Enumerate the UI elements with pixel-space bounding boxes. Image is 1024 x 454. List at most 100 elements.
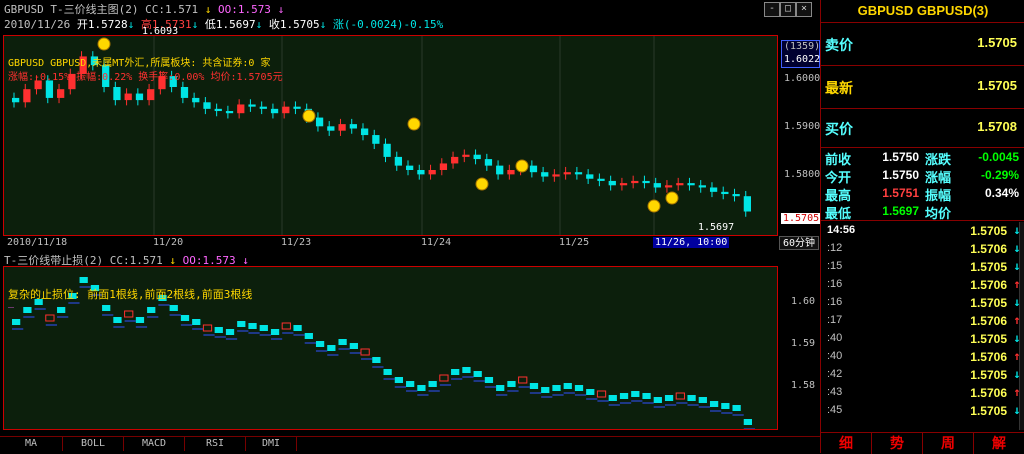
ohlc-low: 低1.5697 bbox=[204, 18, 256, 31]
stat-value: -0.29% bbox=[980, 168, 1019, 182]
candle bbox=[147, 89, 155, 101]
restore-button[interactable]: □ bbox=[780, 2, 796, 17]
tick-time: 14:56 bbox=[827, 224, 856, 236]
tick-row: :16 1.5705 ↓ bbox=[821, 294, 1024, 312]
axis-tick-label: 1.5900 bbox=[784, 121, 821, 132]
step-block bbox=[192, 319, 201, 325]
step-block bbox=[349, 343, 358, 349]
tick-price: 1.5705 bbox=[970, 368, 1007, 382]
tick-price: 1.5705 bbox=[970, 260, 1007, 274]
time-axis-label: 11/20 bbox=[153, 237, 184, 248]
candle bbox=[541, 172, 549, 177]
low-price-label: 1.5697 bbox=[698, 222, 735, 233]
stoploss-dash: _ bbox=[8, 297, 15, 308]
candle bbox=[394, 156, 403, 166]
step-block bbox=[225, 329, 235, 335]
down-arrow-icon: ↓ bbox=[255, 18, 263, 31]
smiley-signal-icon bbox=[665, 191, 679, 205]
smiley-signal-icon bbox=[515, 159, 529, 173]
minimize-button[interactable]: - bbox=[764, 2, 780, 17]
tick-row: :40 1.5706 ↑ bbox=[821, 348, 1024, 366]
axis-tick-label: 1.60 bbox=[791, 296, 816, 307]
ohlc-change: 涨(-0.0024)-0.15% bbox=[332, 18, 444, 31]
time-axis-cursor-label: 11/26, 10:00 bbox=[653, 237, 730, 248]
candle bbox=[417, 170, 425, 175]
tab-detail[interactable]: 细 bbox=[821, 433, 872, 454]
tick-row: :43 1.5706 ↑ bbox=[821, 384, 1024, 402]
quote-panel: GBPUSD GBPUSD(3) 卖价 1.5705 最新 1.5705 买价 … bbox=[820, 0, 1024, 454]
close-button[interactable]: × bbox=[796, 2, 812, 17]
step-block bbox=[721, 403, 730, 409]
step-block bbox=[23, 307, 32, 313]
step-block bbox=[12, 319, 21, 325]
step-block bbox=[214, 327, 223, 333]
period-selector[interactable]: 60分钟 bbox=[779, 236, 819, 250]
step-block bbox=[202, 324, 213, 332]
candle bbox=[709, 187, 718, 192]
step-block bbox=[743, 419, 752, 425]
current-price-marker: 1.5705 bbox=[781, 213, 822, 224]
time-axis-label: 2010/11/18 bbox=[7, 237, 68, 248]
candle bbox=[372, 135, 380, 144]
tick-time: :42 bbox=[827, 368, 843, 380]
down-arrow-icon: ↓ bbox=[204, 3, 212, 16]
time-axis-label: 11/25 bbox=[559, 237, 590, 248]
tab-ma[interactable]: MA bbox=[0, 437, 63, 451]
axis-tick-label: 1.58 bbox=[791, 380, 816, 391]
count-box-value: (1359) bbox=[784, 41, 821, 52]
tick-price: 1.5705 bbox=[970, 404, 1007, 418]
tab-week[interactable]: 周 bbox=[923, 433, 974, 454]
ohlc-date: 2010/11/26 bbox=[4, 18, 71, 31]
step-block bbox=[169, 305, 178, 311]
step-block bbox=[394, 377, 404, 383]
buy-price-label: 买价 bbox=[825, 121, 853, 137]
tab-explain[interactable]: 解 bbox=[974, 433, 1024, 454]
step-block bbox=[732, 405, 741, 411]
step-block bbox=[574, 385, 584, 391]
smiley-signal-icon bbox=[302, 109, 316, 123]
candle bbox=[214, 108, 222, 112]
stat-label: 最低 bbox=[825, 206, 852, 221]
step-block bbox=[304, 333, 313, 339]
time-axis: 2010/11/18 11/20 11/23 11/24 11/25 11/26… bbox=[3, 237, 778, 249]
tick-time: :40 bbox=[827, 332, 843, 344]
tab-boll[interactable]: BOLL bbox=[63, 437, 124, 451]
tab-rsi[interactable]: RSI bbox=[185, 437, 246, 451]
candle bbox=[462, 154, 470, 157]
count-box-price: 1.6022 bbox=[784, 54, 821, 65]
candle bbox=[743, 196, 751, 212]
candle bbox=[135, 93, 144, 101]
tick-list[interactable]: 14:56 1.5705 ↓:12 1.5706 ↓:15 1.5705 ↓:16 1.570… bbox=[821, 222, 1024, 430]
tick-row: 14:56 1.5705 ↓ bbox=[821, 222, 1024, 240]
step-block bbox=[518, 376, 528, 384]
candle bbox=[383, 143, 391, 157]
tick-row: :16 1.5706 ↑ bbox=[821, 276, 1024, 294]
tick-price: 1.5705 bbox=[970, 224, 1007, 238]
step-block bbox=[327, 345, 336, 351]
step-block bbox=[383, 369, 392, 375]
tab-dmi[interactable]: DMI bbox=[246, 437, 297, 451]
step-block bbox=[372, 357, 381, 363]
candle bbox=[732, 194, 740, 197]
step-block bbox=[698, 397, 707, 403]
axis-tick-label: 1.59 bbox=[791, 338, 816, 349]
tab-macd[interactable]: MACD bbox=[124, 437, 185, 451]
stats-row: 最高 1.5751 振幅 0.34% bbox=[821, 184, 1024, 203]
tick-price: 1.5705 bbox=[970, 296, 1007, 310]
candle bbox=[57, 89, 65, 98]
down-arrow-icon: ↓ bbox=[319, 18, 327, 31]
tick-list-scrollbar[interactable] bbox=[1019, 222, 1024, 430]
quote-panel-title: GBPUSD GBPUSD(3) bbox=[821, 0, 1024, 23]
ohlc-open: 开1.5728 bbox=[76, 18, 128, 31]
latest-price-value: 1.5705 bbox=[977, 78, 1017, 93]
step-block bbox=[360, 348, 370, 356]
axis-tick-label: 1.5800 bbox=[784, 169, 821, 180]
tab-trend[interactable]: 势 bbox=[872, 433, 923, 454]
candle bbox=[124, 93, 132, 101]
candle bbox=[496, 165, 504, 175]
candle bbox=[203, 102, 211, 109]
candle bbox=[687, 183, 695, 186]
step-block bbox=[642, 393, 651, 399]
down-arrow-icon: ↓ bbox=[127, 18, 135, 31]
candle bbox=[507, 170, 515, 175]
